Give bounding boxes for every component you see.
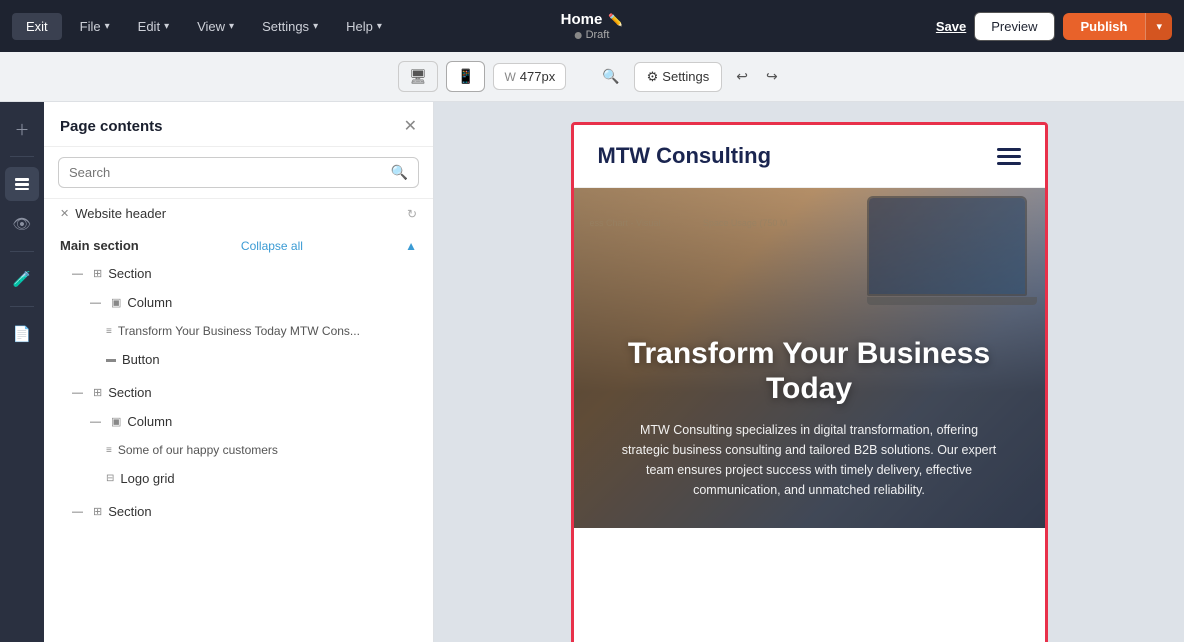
undo-button[interactable]: ↩ — [728, 62, 756, 91]
panel-title: Page contents — [60, 118, 163, 135]
toolbar-row: 🖥 📱 W 477px 🔍 ⚙ Settings ↩ ↪ — [0, 52, 1184, 102]
grid-icon: ⊞ — [93, 505, 102, 518]
publish-caret-button[interactable]: ▾ — [1145, 13, 1172, 40]
edit-menu[interactable]: Edit ▾ — [128, 13, 179, 40]
list-item[interactable]: — ⊞ Section — [44, 378, 433, 407]
file-menu[interactable]: File ▾ — [70, 13, 120, 40]
refresh-icon[interactable]: ↻ — [407, 207, 417, 221]
list-item[interactable]: — ▣ Column — [44, 288, 433, 317]
desktop-device-button[interactable]: 🖥 — [398, 61, 438, 92]
preview-button[interactable]: Preview — [974, 12, 1054, 41]
main-section-label: Main section — [60, 238, 139, 253]
text-icon: ≡ — [106, 445, 112, 456]
list-item[interactable]: ≡ Some of our happy customers — [44, 436, 433, 464]
toolbar-right-actions: 🔍 ⚙ Settings ↩ ↪ — [594, 62, 786, 92]
panel-header: Page contents ✕ — [44, 102, 433, 147]
website-header-label: Website header — [75, 206, 401, 221]
canvas-area[interactable]: MTW Consulting — [434, 102, 1184, 642]
width-label: W — [504, 70, 515, 84]
view-menu[interactable]: View ▾ — [187, 13, 244, 40]
draft-label: Draft — [586, 29, 610, 41]
search-box: 🔍 — [58, 157, 419, 188]
publish-button-group: Publish ▾ — [1063, 13, 1172, 40]
list-item[interactable]: — ▣ Column — [44, 407, 433, 436]
redo-button[interactable]: ↪ — [758, 62, 786, 91]
page-title: Home — [561, 11, 603, 28]
grid-icon: ⊞ — [93, 267, 102, 280]
chevron-down-icon: ▾ — [313, 21, 318, 32]
laptop-decoration — [867, 196, 1037, 305]
collapse-chevron-icon[interactable]: ▲ — [405, 239, 417, 253]
chevron-down-icon: ▾ — [377, 21, 382, 32]
list-item[interactable]: ▬ Button — [44, 345, 433, 374]
text-icon: ≡ — [106, 326, 112, 337]
gear-icon: ⚙ — [647, 69, 659, 85]
minus-icon: — — [90, 297, 101, 309]
column-icon: ▣ — [111, 296, 121, 309]
chevron-down-icon: ▾ — [164, 21, 169, 32]
divider — [10, 306, 34, 307]
hero-title: Transform Your Business Today — [604, 337, 1015, 406]
logo-grid-icon: ⊟ — [106, 473, 114, 484]
main-section-header: Main section Collapse all ▲ — [44, 228, 433, 259]
list-item[interactable]: — ⊞ Section — [44, 259, 433, 288]
main-layout: ＋ 👁 🧪 📄 Page contents ✕ 🔍 — [0, 102, 1184, 642]
page-title-area: Home ✏️ Draft — [561, 11, 624, 41]
tablet-device-button[interactable]: 📱 — [446, 61, 485, 92]
preview-frame: MTW Consulting — [571, 122, 1048, 642]
panel-close-button[interactable]: ✕ — [404, 116, 417, 136]
flask-icon[interactable]: 🧪 — [5, 262, 39, 296]
list-item[interactable]: ⊟ Logo grid — [44, 464, 433, 493]
column-icon: ▣ — [111, 415, 121, 428]
width-value: 477px — [520, 69, 555, 84]
exit-button[interactable]: Exit — [12, 13, 62, 40]
width-display: W 477px — [493, 63, 566, 90]
page-icon[interactable]: 📄 — [5, 317, 39, 351]
edit-title-icon[interactable]: ✏️ — [608, 13, 623, 27]
close-icon: ✕ — [60, 207, 69, 220]
search-input[interactable] — [69, 165, 385, 180]
left-panel: Page contents ✕ 🔍 ✕ Website header ↻ Mai… — [44, 102, 434, 642]
draft-dot-icon — [575, 32, 582, 39]
settings-menu[interactable]: Settings ▾ — [252, 13, 328, 40]
collapse-all-button[interactable]: Collapse all — [241, 239, 303, 253]
hero-section: ess Chart - Visual Space Usage (750 M Tr… — [574, 188, 1045, 528]
chevron-down-icon: ▾ — [229, 21, 234, 32]
divider — [10, 251, 34, 252]
tree-content: ✕ Website header ↻ Main section Collapse… — [44, 199, 433, 642]
grid-icon: ⊞ — [93, 386, 102, 399]
divider — [10, 156, 34, 157]
top-navigation: Exit File ▾ Edit ▾ View ▾ Settings ▾ Hel… — [0, 0, 1184, 52]
help-menu[interactable]: Help ▾ — [336, 13, 392, 40]
list-item[interactable]: ≡ Transform Your Business Today MTW Cons… — [44, 317, 433, 345]
minus-icon: — — [72, 268, 83, 280]
nav-right-actions: Save Preview Publish ▾ — [936, 12, 1172, 41]
list-item[interactable]: — ⊞ Section — [44, 497, 433, 526]
eye-icon[interactable]: 👁 — [5, 207, 39, 241]
minus-icon: — — [90, 416, 101, 428]
hero-subtitle: MTW Consulting specializes in digital tr… — [619, 420, 999, 500]
chart-hint: ess Chart - Visual Space Usage (750 M — [590, 218, 788, 228]
chevron-down-icon: ▾ — [105, 21, 110, 32]
search-icon[interactable]: 🔍 — [391, 164, 408, 181]
hamburger-menu-icon[interactable] — [997, 148, 1021, 165]
add-element-icon[interactable]: ＋ — [5, 112, 39, 146]
side-icon-bar: ＋ 👁 🧪 📄 — [0, 102, 44, 642]
settings-toolbar-button[interactable]: ⚙ Settings — [634, 62, 723, 92]
hero-content: Transform Your Business Today MTW Consul… — [604, 337, 1015, 500]
minus-icon: — — [72, 387, 83, 399]
layers-icon[interactable] — [5, 167, 39, 201]
undo-redo-group: ↩ ↪ — [728, 62, 785, 91]
button-icon: ▬ — [106, 354, 116, 365]
site-logo: MTW Consulting — [598, 143, 772, 169]
save-button[interactable]: Save — [936, 19, 966, 34]
site-header: MTW Consulting — [574, 125, 1045, 188]
minus-icon: — — [72, 506, 83, 518]
website-header-item[interactable]: ✕ Website header ↻ — [44, 199, 433, 228]
publish-button[interactable]: Publish — [1063, 13, 1146, 40]
search-toolbar-button[interactable]: 🔍 — [594, 62, 627, 91]
search-row: 🔍 — [44, 147, 433, 199]
